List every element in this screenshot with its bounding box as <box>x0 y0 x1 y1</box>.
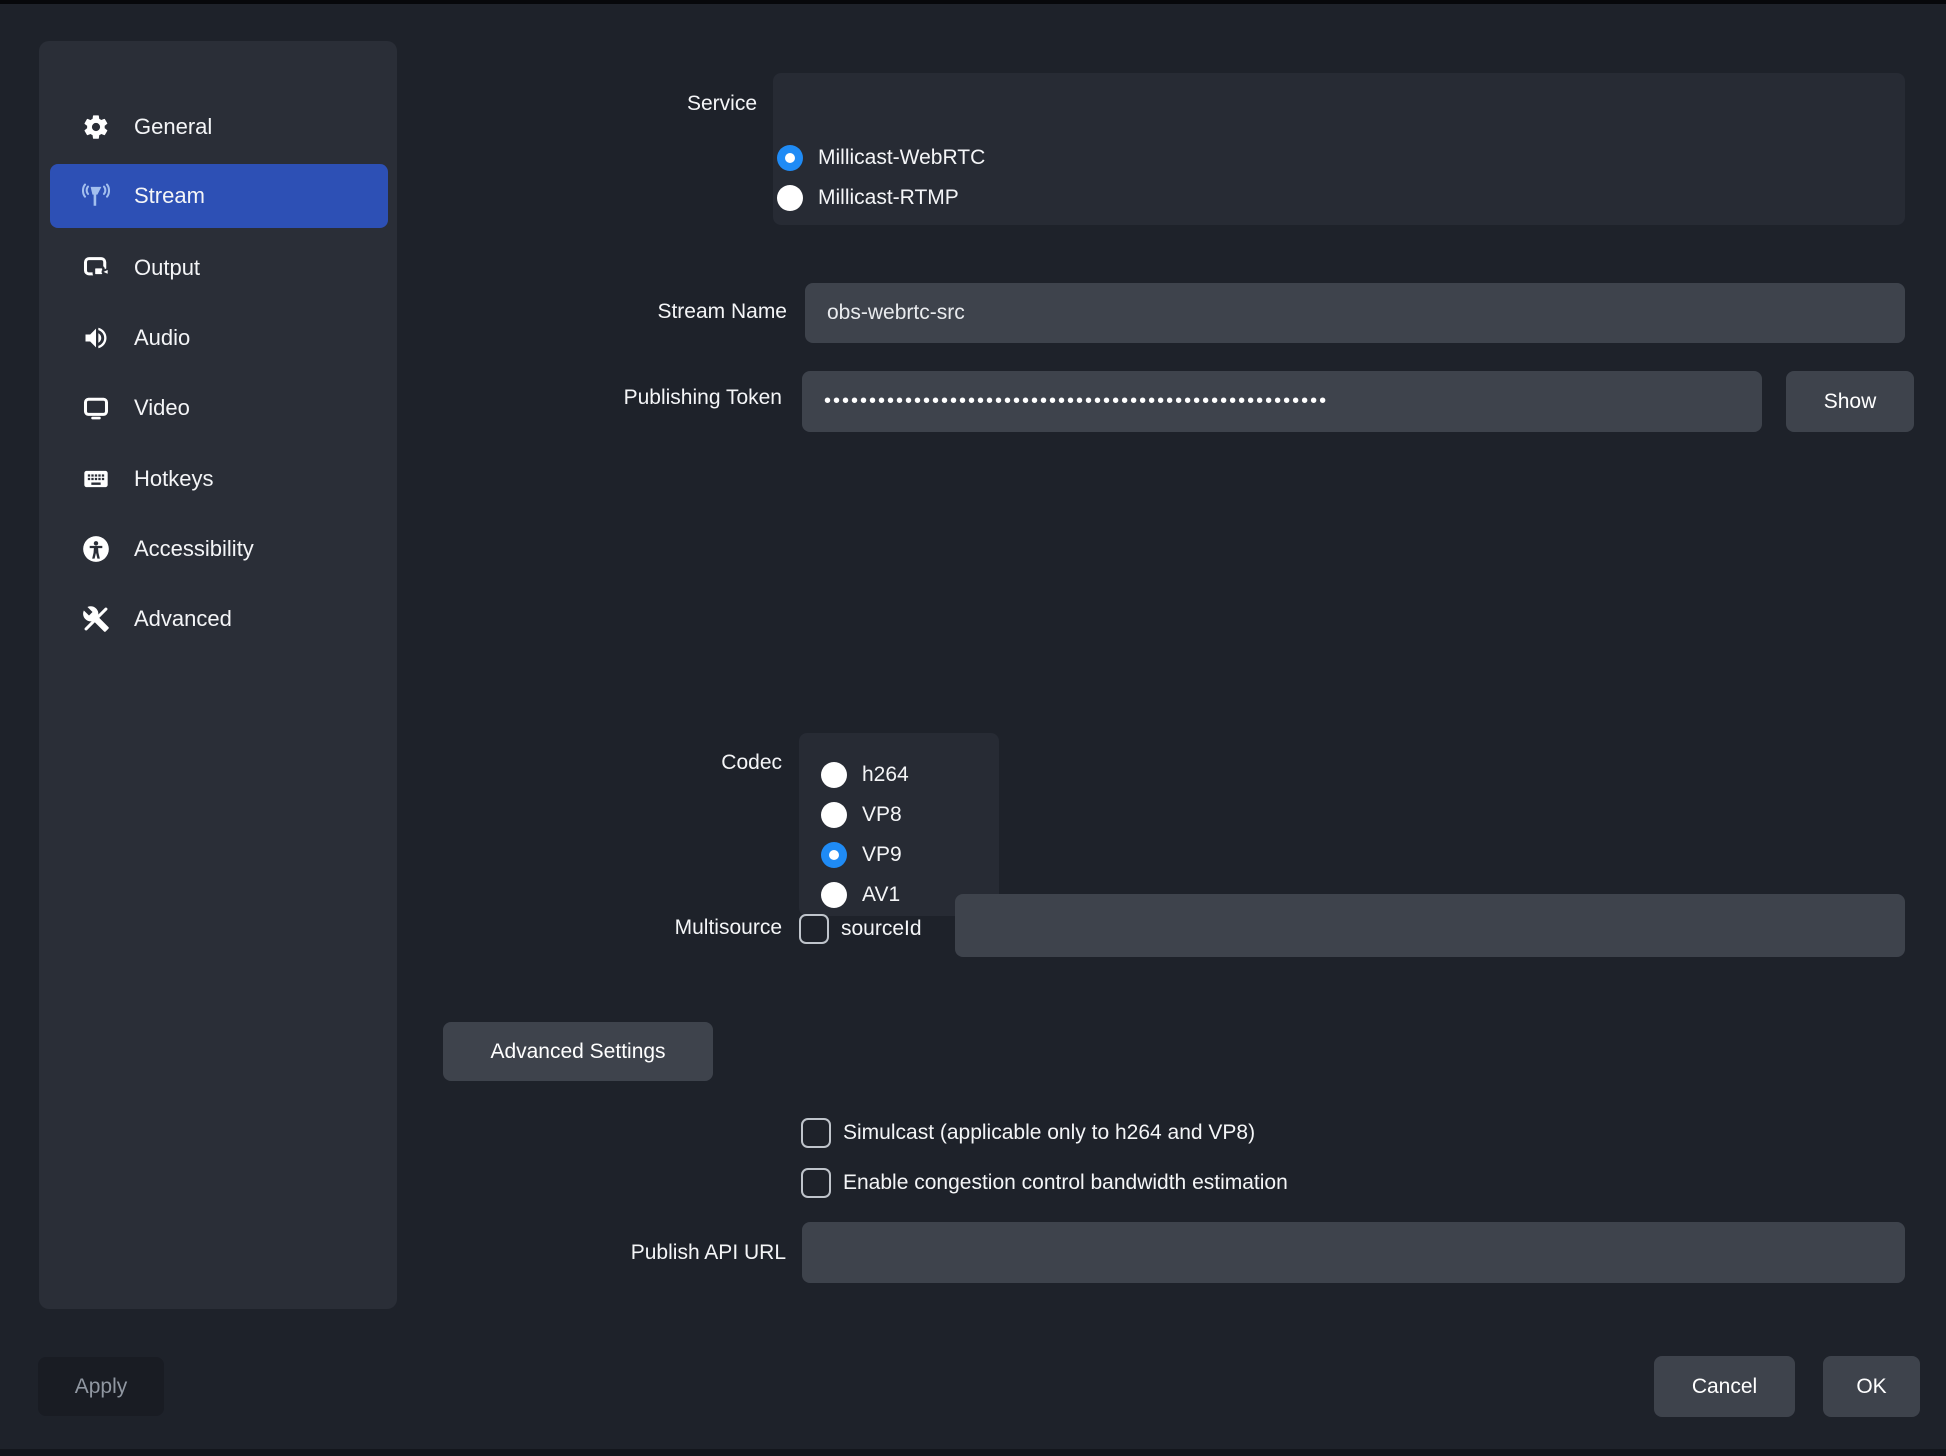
sidebar-item-label: Accessibility <box>134 536 254 562</box>
output-camera-icon <box>82 254 110 282</box>
stream-name-label: Stream Name <box>467 300 787 324</box>
publishing-token-label: Publishing Token <box>462 386 782 410</box>
congestion-control-checkbox[interactable] <box>801 1168 831 1198</box>
sidebar-item-label: Hotkeys <box>134 466 213 492</box>
service-label: Service <box>437 92 757 116</box>
codec-option-vp9[interactable]: VP9 <box>821 842 902 868</box>
sidebar-item-label: Advanced <box>134 606 232 632</box>
radio-selected-icon[interactable] <box>777 145 803 171</box>
sidebar-item-advanced[interactable]: Advanced <box>50 587 388 651</box>
gear-icon <box>82 113 110 141</box>
show-token-button[interactable]: Show <box>1786 371 1914 432</box>
sidebar-item-output[interactable]: Output <box>50 236 388 300</box>
speaker-icon <box>82 324 110 352</box>
publishing-token-input[interactable] <box>802 371 1762 432</box>
simulcast-checkbox[interactable] <box>801 1118 831 1148</box>
codec-option-vp8[interactable]: VP8 <box>821 802 902 828</box>
codec-label: Codec <box>462 751 782 775</box>
multisource-label: Multisource <box>462 916 782 940</box>
sidebar-item-stream[interactable]: Stream <box>50 164 388 228</box>
ok-button[interactable]: OK <box>1823 1356 1920 1417</box>
cancel-button[interactable]: Cancel <box>1654 1356 1795 1417</box>
simulcast-checkbox-label: Simulcast (applicable only to h264 and V… <box>843 1121 1255 1145</box>
radio-unselected-icon[interactable] <box>821 802 847 828</box>
stream-name-input[interactable] <box>805 283 1905 343</box>
codec-option-label: VP9 <box>862 843 902 867</box>
sidebar-item-label: Output <box>134 255 200 281</box>
apply-button[interactable]: Apply <box>38 1357 164 1416</box>
accessibility-icon <box>82 535 110 563</box>
advanced-settings-button[interactable]: Advanced Settings <box>443 1022 713 1081</box>
sourceid-checkbox[interactable] <box>799 914 829 944</box>
sidebar-item-accessibility[interactable]: Accessibility <box>50 517 388 581</box>
radio-unselected-icon[interactable] <box>777 185 803 211</box>
sidebar-item-label: Stream <box>134 183 205 209</box>
publish-api-url-label: Publish API URL <box>466 1241 786 1265</box>
service-option-label: Millicast-WebRTC <box>818 146 985 170</box>
codec-option-h264[interactable]: h264 <box>821 762 909 788</box>
sidebar-item-video[interactable]: Video <box>50 376 388 440</box>
radio-unselected-icon[interactable] <box>821 882 847 908</box>
settings-sidebar: General Stream <box>39 41 397 1309</box>
monitor-icon <box>82 394 110 422</box>
antenna-icon <box>82 182 110 210</box>
sidebar-item-audio[interactable]: Audio <box>50 306 388 370</box>
service-option-webrtc[interactable]: Millicast-WebRTC <box>777 145 985 171</box>
congestion-control-checkbox-label: Enable congestion control bandwidth esti… <box>843 1171 1288 1195</box>
sidebar-item-label: Audio <box>134 325 190 351</box>
service-option-label: Millicast-RTMP <box>818 186 959 210</box>
codec-option-label: AV1 <box>862 883 900 907</box>
service-option-rtmp[interactable]: Millicast-RTMP <box>777 185 959 211</box>
publish-api-url-input[interactable] <box>802 1222 1905 1283</box>
sourceid-checkbox-label: sourceId <box>841 917 922 941</box>
keyboard-icon <box>82 465 110 493</box>
radio-unselected-icon[interactable] <box>821 762 847 788</box>
sidebar-item-general[interactable]: General <box>50 95 388 159</box>
sidebar-item-label: Video <box>134 395 190 421</box>
codec-option-av1[interactable]: AV1 <box>821 882 900 908</box>
settings-window: General Stream <box>0 0 1946 1456</box>
sidebar-item-hotkeys[interactable]: Hotkeys <box>50 447 388 511</box>
sourceid-input[interactable] <box>955 894 1905 957</box>
tools-icon <box>82 605 110 633</box>
radio-selected-icon[interactable] <box>821 842 847 868</box>
codec-option-label: VP8 <box>862 803 902 827</box>
codec-option-label: h264 <box>862 763 909 787</box>
window-bottom-edge <box>0 1449 1946 1456</box>
window-top-edge <box>0 0 1946 4</box>
sidebar-item-label: General <box>134 114 212 140</box>
